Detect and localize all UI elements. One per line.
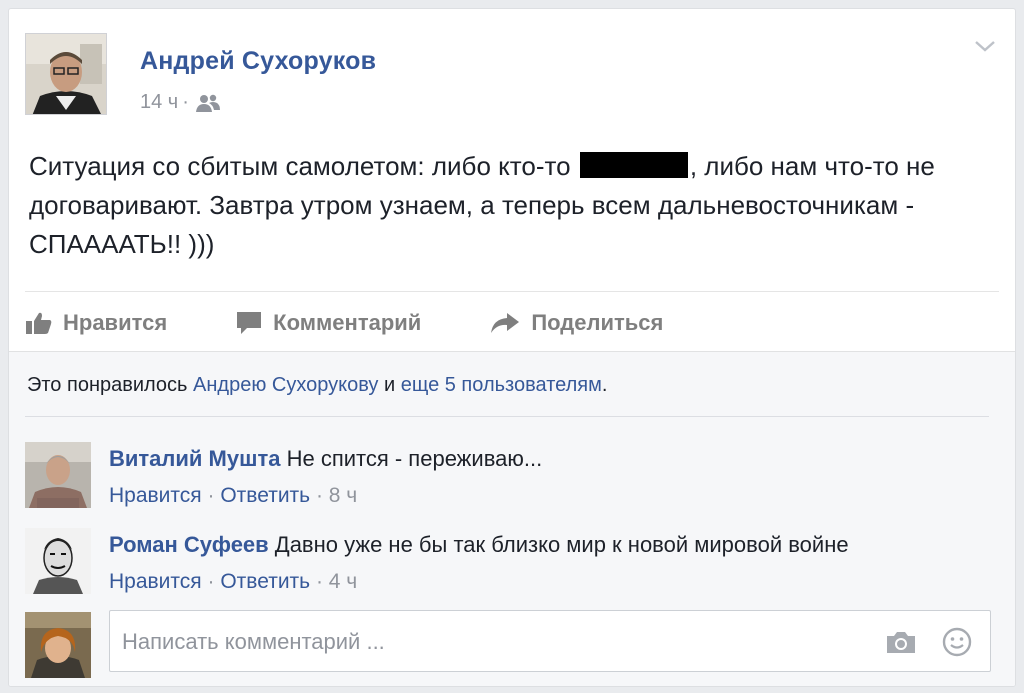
likes-others-link[interactable]: еще 5 пользователям xyxy=(401,374,602,396)
comment-item: Виталий Мушта Не спится - переживаю... Н… xyxy=(25,442,985,514)
comment-separator: · xyxy=(201,570,221,593)
share-label: Поделиться xyxy=(531,310,664,335)
divider xyxy=(25,416,989,417)
author-avatar[interactable] xyxy=(25,33,107,115)
post-card: Андрей Сухоруков 14 ч · Ситуация со сбит… xyxy=(8,8,1016,687)
share-button[interactable]: Поделиться xyxy=(489,310,663,336)
post-meta: 14 ч · xyxy=(140,91,221,114)
thumbs-up-icon xyxy=(26,312,52,334)
comment-actions: Нравится · Ответить · 8 ч xyxy=(109,484,357,508)
comment-separator: · xyxy=(310,570,329,593)
likes-user-link[interactable]: Андрею Сухорукову xyxy=(193,374,378,396)
share-arrow-icon xyxy=(491,313,520,333)
comment-body: Роман Суфеев Давно уже не бы так близко … xyxy=(109,532,849,558)
likes-prefix: Это понравилось xyxy=(27,374,194,396)
friends-icon[interactable] xyxy=(195,93,221,113)
smile-icon[interactable] xyxy=(942,627,972,657)
comment-body: Виталий Мушта Не спится - переживаю... xyxy=(109,446,542,472)
post-text-part1: Ситуация со сбитым самолетом: либо кто-т… xyxy=(29,151,578,181)
comment-item: Роман Суфеев Давно уже не бы так близко … xyxy=(25,528,985,600)
likes-and: и xyxy=(378,374,401,396)
comment-button[interactable]: Комментарий xyxy=(235,310,421,336)
comment-time[interactable]: 8 ч xyxy=(329,484,357,507)
comment-time[interactable]: 4 ч xyxy=(329,570,357,593)
comment-actions: Нравится · Ответить · 4 ч xyxy=(109,570,357,594)
divider xyxy=(25,291,999,292)
camera-icon[interactable] xyxy=(884,629,918,655)
post-timestamp[interactable]: 14 ч xyxy=(140,91,178,114)
comment-icon xyxy=(237,312,262,334)
chevron-down-icon[interactable] xyxy=(973,37,997,55)
comment-author[interactable]: Виталий Мушта xyxy=(109,446,280,471)
meta-separator: · xyxy=(182,91,189,113)
comment-avatar[interactable] xyxy=(25,442,91,508)
feedback-section: Это понравилось Андрею Сухорукову и еще … xyxy=(9,351,1015,686)
post-header: Андрей Сухоруков 14 ч · xyxy=(25,33,985,115)
comment-separator: · xyxy=(201,484,221,507)
comment-input[interactable] xyxy=(120,625,844,659)
likes-summary: Это понравилось Андрею Сухорукову и еще … xyxy=(27,374,607,397)
comment-author[interactable]: Роман Суфеев xyxy=(109,532,269,557)
comment-text: Не спится - переживаю... xyxy=(280,446,543,471)
like-label: Нравится xyxy=(63,310,168,335)
post-author-name[interactable]: Андрей Сухоруков xyxy=(140,47,376,76)
comment-like-link[interactable]: Нравится xyxy=(109,484,202,507)
post-actions: Нравится Комментарий Поделиться xyxy=(25,299,731,347)
comment-label: Комментарий xyxy=(273,310,422,335)
comment-reply-link[interactable]: Ответить xyxy=(220,570,310,593)
comment-avatar[interactable] xyxy=(25,528,91,594)
post-text: Ситуация со сбитым самолетом: либо кто-т… xyxy=(29,147,959,264)
redaction-bar xyxy=(579,152,688,178)
current-user-avatar xyxy=(25,612,91,678)
likes-suffix: . xyxy=(601,374,608,396)
comment-composer xyxy=(25,610,991,680)
comment-input-box xyxy=(109,610,991,672)
like-button[interactable]: Нравится xyxy=(25,310,167,336)
comment-like-link[interactable]: Нравится xyxy=(109,570,202,593)
comment-separator: · xyxy=(310,484,329,507)
comment-text: Давно уже не бы так близко мир к новой м… xyxy=(268,532,849,557)
comment-reply-link[interactable]: Ответить xyxy=(220,484,310,507)
